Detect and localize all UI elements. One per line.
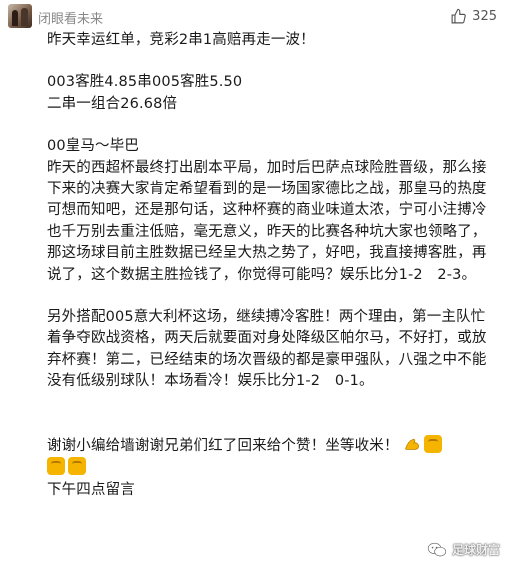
comment-paragraph: 00皇马～毕巴 昨天的西超杯最终打出剧本平局，加时后巴萨点球险胜晋级，那么接下来… — [47, 138, 487, 283]
time-note: 下午四点留言 — [47, 481, 135, 498]
comment-body: 昨天幸运红单，竞彩2串1高赔再走一波！ 003客胜4.85串005客胜5.50 … — [47, 30, 497, 501]
user-avatar[interactable] — [8, 4, 32, 28]
like-count: 325 — [472, 8, 497, 24]
closing-line: 谢谢小编给墙谢谢兄弟们红了回来给个赞！坐等收米！ — [47, 434, 497, 480]
username[interactable]: 闭眼看未来 — [38, 8, 103, 27]
comment-header: 闭眼看未来 325 — [0, 0, 508, 34]
wechat-logo-icon — [427, 542, 447, 556]
comment-paragraph: 003客胜4.85串005客胜5.50 二串一组合26.68倍 — [47, 74, 243, 112]
thumbs-up-icon — [451, 8, 466, 23]
comment-paragraph: 另外搭配005意大利杯这场，继续搏冷客胜！两个理由，第一主队忙着争夺欧战资格，两… — [47, 309, 487, 390]
fist-emoji — [68, 457, 86, 476]
like-button[interactable]: 325 — [450, 6, 497, 26]
fist-emoji — [423, 434, 442, 453]
closing-text: 谢谢小编给墙谢谢兄弟们红了回来给个赞！坐等收米！ — [47, 437, 399, 454]
comment-paragraph: 昨天幸运红单，竞彩2串1高赔再走一波！ — [47, 32, 315, 48]
watermark: 足球财富 — [427, 541, 500, 558]
muscle-emoji — [404, 438, 419, 450]
watermark-text: 足球财富 — [451, 543, 500, 557]
fist-emoji — [47, 457, 65, 476]
